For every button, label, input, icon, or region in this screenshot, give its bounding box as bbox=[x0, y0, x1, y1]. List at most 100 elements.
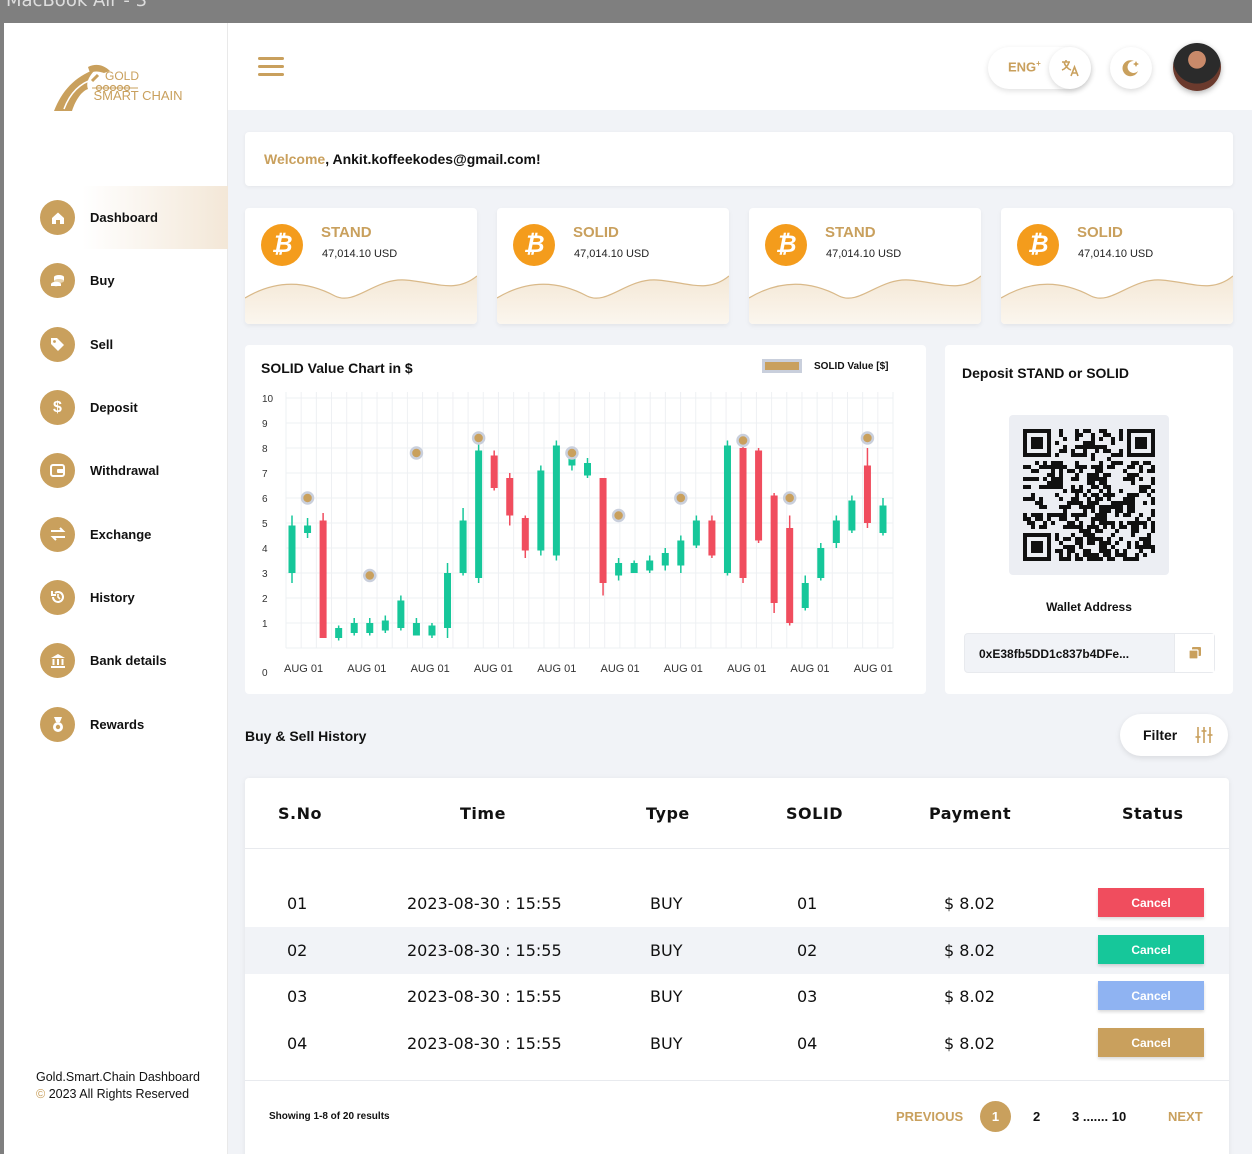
column-header[interactable]: Type bbox=[646, 804, 690, 823]
candle-body bbox=[770, 495, 778, 603]
cell-type: BUY bbox=[650, 987, 683, 1006]
sidebar-item-exchange[interactable]: Exchange bbox=[4, 502, 228, 565]
cell-time: 2023-08-30 : 15:55 bbox=[407, 987, 562, 1006]
cell-solid: 04 bbox=[797, 1034, 818, 1053]
copy-icon bbox=[1187, 647, 1201, 660]
cell-sno: 02 bbox=[287, 941, 308, 960]
cell-time: 2023-08-30 : 15:55 bbox=[407, 894, 562, 913]
copy-button[interactable] bbox=[1174, 634, 1214, 672]
candle-body bbox=[552, 445, 560, 556]
cell-type: BUY bbox=[650, 1034, 683, 1053]
sidebar-item-dashboard[interactable]: Dashboard bbox=[4, 186, 228, 250]
token-name: SOLID bbox=[573, 224, 619, 241]
footer-app-name: Gold.Smart.Chain Dashboard bbox=[36, 1070, 200, 1084]
home-icon bbox=[40, 200, 75, 236]
table-row[interactable]: 01 2023-08-30 : 15:55 BUY 01 $ 8.02 Canc… bbox=[245, 880, 1229, 927]
table-row[interactable]: 04 2023-08-30 : 15:55 BUY 04 $ 8.02 Canc… bbox=[245, 1020, 1229, 1067]
y-tick-label: 0 bbox=[262, 668, 268, 679]
next-page-button[interactable]: NEXT bbox=[1168, 1109, 1203, 1124]
table-row[interactable]: 02 2023-08-30 : 15:55 BUY 02 $ 8.02 Canc… bbox=[245, 927, 1229, 974]
token-value: 47,014.10 USD bbox=[574, 248, 650, 260]
legend-label: SOLID Value [$] bbox=[814, 360, 889, 372]
filter-button[interactable]: Filter bbox=[1120, 714, 1228, 756]
column-header[interactable]: Time bbox=[460, 804, 506, 823]
candle-body bbox=[412, 623, 420, 636]
top-header: ENG+ bbox=[228, 23, 1252, 110]
legend-swatch bbox=[762, 359, 802, 373]
x-tick-label: AUG 01 bbox=[347, 663, 386, 675]
y-tick-label: 7 bbox=[262, 469, 268, 480]
cell-type: BUY bbox=[650, 894, 683, 913]
sidebar-item-deposit[interactable]: $ Deposit bbox=[4, 376, 228, 439]
table-row[interactable]: 03 2023-08-30 : 15:55 BUY 03 $ 8.02 Canc… bbox=[245, 973, 1229, 1020]
sidebar-item-history[interactable]: History bbox=[4, 566, 228, 629]
sliders-icon bbox=[1195, 727, 1213, 743]
sidebar-item-withdrawal[interactable]: Withdrawal bbox=[4, 439, 228, 502]
token-card[interactable]: ₿ SOLID 47,014.10 USD bbox=[497, 208, 729, 324]
token-card[interactable]: ₿ STAND 47,014.10 USD bbox=[245, 208, 477, 324]
candle-body bbox=[599, 478, 607, 583]
cell-solid: 02 bbox=[797, 941, 818, 960]
sidebar-item-buy[interactable]: Buy bbox=[4, 249, 228, 312]
cell-payment: $ 8.02 bbox=[944, 987, 995, 1006]
sidebar-item-rewards[interactable]: Rewards bbox=[4, 692, 228, 755]
token-card[interactable]: ₿ STAND 47,014.10 USD bbox=[749, 208, 981, 324]
chart-legend[interactable]: SOLID Value [$] bbox=[762, 359, 888, 373]
cell-time: 2023-08-30 : 15:55 bbox=[407, 941, 562, 960]
x-tick-label: AUG 01 bbox=[790, 663, 829, 675]
token-value: 47,014.10 USD bbox=[1078, 248, 1154, 260]
column-header[interactable]: SOLID bbox=[786, 804, 843, 823]
page-1-button[interactable]: 1 bbox=[980, 1101, 1011, 1132]
translate-icon[interactable] bbox=[1049, 47, 1091, 89]
app-window: GOLD SMART CHAIN Dashboard Buy Sell $ De… bbox=[4, 23, 1252, 1154]
x-tick-label: AUG 01 bbox=[474, 663, 513, 675]
cell-sno: 03 bbox=[287, 987, 308, 1006]
x-tick-label: AUG 01 bbox=[854, 663, 893, 675]
bank-icon bbox=[40, 643, 75, 679]
welcome-greeting: Welcome bbox=[264, 151, 326, 167]
candle-body bbox=[786, 528, 794, 623]
y-tick-label: 8 bbox=[262, 444, 268, 455]
sidebar-item-label: Dashboard bbox=[90, 210, 158, 226]
results-count: Showing 1-8 of 20 results bbox=[269, 1111, 390, 1122]
candle-body bbox=[692, 520, 700, 546]
menu-toggle-icon[interactable] bbox=[258, 57, 284, 76]
language-selector[interactable]: ENG+ bbox=[988, 47, 1091, 89]
user-avatar[interactable] bbox=[1173, 43, 1221, 91]
cancel-button[interactable]: Cancel bbox=[1098, 1028, 1204, 1057]
candle-body bbox=[366, 623, 374, 633]
previous-page-button[interactable]: PREVIOUS bbox=[896, 1109, 963, 1124]
token-card[interactable]: ₿ SOLID 47,014.10 USD bbox=[1001, 208, 1233, 324]
cancel-button[interactable]: Cancel bbox=[1098, 935, 1204, 964]
brand-logo[interactable]: GOLD SMART CHAIN bbox=[52, 59, 192, 115]
value-marker bbox=[300, 491, 315, 505]
column-header[interactable]: Status bbox=[1122, 804, 1184, 823]
column-header[interactable]: Payment bbox=[929, 804, 1011, 823]
sidebar-item-bank-details[interactable]: Bank details bbox=[4, 629, 228, 692]
page-range[interactable]: 3 ....... 10 bbox=[1072, 1109, 1126, 1124]
bitcoin-icon: ₿ bbox=[513, 224, 555, 266]
sidebar-item-sell[interactable]: Sell bbox=[4, 313, 228, 376]
history-title: Buy & Sell History bbox=[245, 728, 367, 744]
bitcoin-icon: ₿ bbox=[1017, 224, 1059, 266]
candle-body bbox=[490, 455, 498, 488]
page-2-button[interactable]: 2 bbox=[1033, 1109, 1040, 1124]
sidebar-item-label: Exchange bbox=[90, 526, 152, 542]
cancel-button[interactable]: Cancel bbox=[1098, 981, 1204, 1010]
y-tick-label: 3 bbox=[262, 569, 268, 580]
x-tick-label: AUG 01 bbox=[284, 663, 323, 675]
candle-body bbox=[459, 520, 467, 573]
token-name: STAND bbox=[825, 224, 876, 241]
welcome-banner: Welcome, Ankit.koffeekodes@gmail.com! bbox=[245, 132, 1233, 186]
column-header[interactable]: S.No bbox=[278, 804, 322, 823]
cell-sno: 01 bbox=[287, 894, 308, 913]
card-wave bbox=[749, 275, 981, 324]
sidebar-item-label: Buy bbox=[90, 273, 115, 289]
cancel-button[interactable]: Cancel bbox=[1098, 888, 1204, 917]
x-tick-label: AUG 01 bbox=[537, 663, 576, 675]
dollar-icon: $ bbox=[40, 390, 75, 426]
wallet-address-field[interactable]: 0xE38fb5DD1c837b4DFe... bbox=[964, 633, 1215, 673]
dark-mode-toggle[interactable] bbox=[1110, 47, 1152, 89]
value-marker bbox=[736, 433, 750, 448]
candle-body bbox=[615, 563, 623, 576]
